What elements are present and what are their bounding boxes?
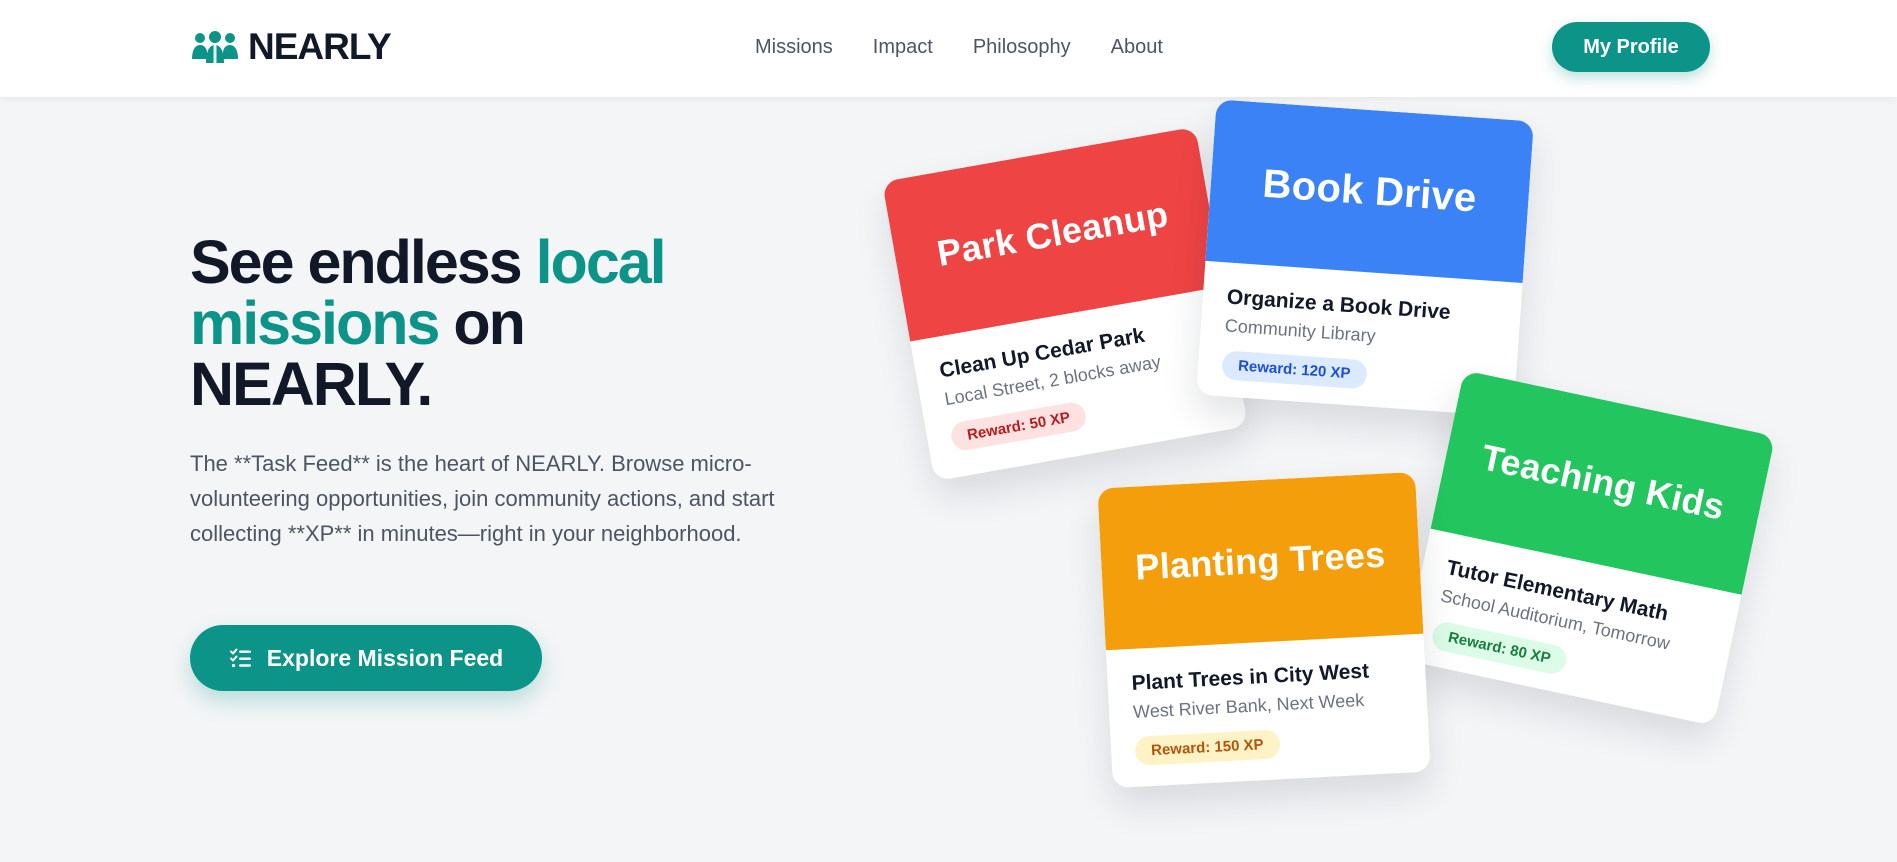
mission-card-book-drive[interactable]: Book Drive Organize a Book Drive Communi… (1196, 99, 1534, 417)
hero-title-part2: on (438, 289, 526, 357)
site-header: NEARLY Missions Impact Philosophy About … (0, 0, 1897, 97)
hero-description: The **Task Feed** is the heart of NEARLY… (190, 451, 775, 546)
nav-missions[interactable]: Missions (755, 34, 833, 60)
people-group-icon (192, 31, 238, 63)
nav-philosophy[interactable]: Philosophy (973, 34, 1071, 60)
nav-about[interactable]: About (1111, 34, 1163, 60)
hero-title-part1: See endless (190, 228, 536, 296)
card-header: Book Drive (1205, 99, 1534, 284)
reward-badge: Reward: 150 XP (1134, 729, 1281, 766)
explore-mission-feed-button[interactable]: Explore Mission Feed (190, 625, 542, 691)
explore-mission-feed-label: Explore Mission Feed (266, 644, 504, 671)
hero-title: See endless local missions on NEARLY. (190, 232, 810, 415)
reward-badge: Reward: 50 XP (949, 400, 1089, 453)
hero-title-part3: NEARLY. (190, 350, 433, 418)
nav-impact[interactable]: Impact (873, 34, 933, 60)
mission-card-planting-trees[interactable]: Planting Trees Plant Trees in City West … (1097, 471, 1431, 789)
main-nav: Missions Impact Philosophy About (755, 34, 1163, 60)
mission-card-park-cleanup[interactable]: Park Cleanup Clean Up Cedar Park Local S… (882, 126, 1248, 482)
card-header: Planting Trees (1097, 471, 1424, 651)
card-body: Plant Trees in City West West River Bank… (1106, 634, 1431, 788)
my-profile-button[interactable]: My Profile (1552, 22, 1710, 72)
hero-title-accent-local: local (535, 228, 667, 296)
reward-badge: Reward: 120 XP (1221, 350, 1368, 390)
hero-title-accent-missions: missions (190, 289, 440, 357)
brand-logo[interactable]: NEARLY (190, 26, 392, 68)
brand-name: NEARLY (248, 26, 392, 67)
list-check-icon (229, 648, 251, 668)
mission-card-teaching-kids[interactable]: Teaching Kids Tutor Elementary Math Scho… (1402, 370, 1776, 726)
